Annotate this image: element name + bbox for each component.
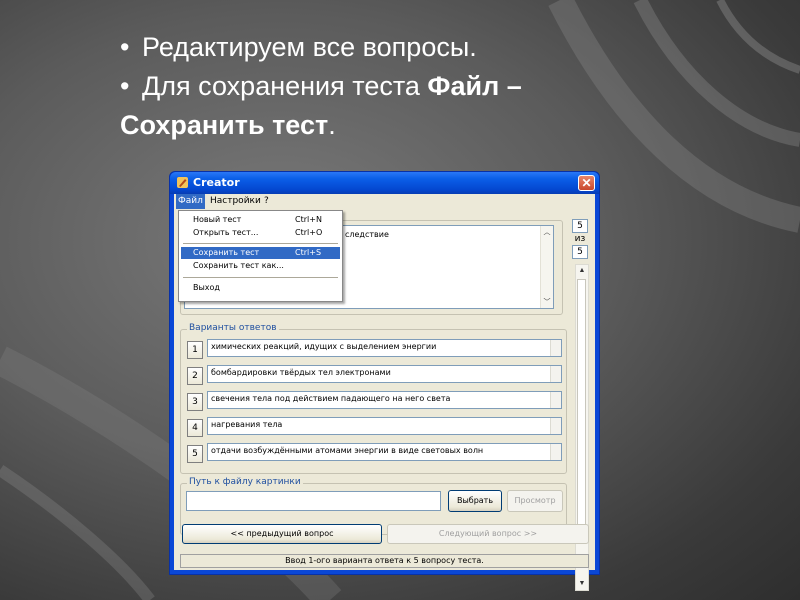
menu-item-shortcut: Ctrl+N <box>295 215 322 224</box>
total-questions: 5 <box>577 247 583 257</box>
counter-of-label: из <box>574 234 586 244</box>
menu-item-shortcut: Ctrl+O <box>295 228 323 237</box>
question-number-box[interactable]: 5 <box>572 219 588 233</box>
answer-5-field[interactable]: отдачи возбуждёнными атомами энергии в в… <box>207 443 562 461</box>
bullet-suffix: . <box>328 110 336 140</box>
scroll-down-icon[interactable]: ▼ <box>576 578 588 590</box>
answer-scroll[interactable] <box>550 418 561 434</box>
status-text: Ввод 1-ого варианта ответа к 5 вопросу т… <box>285 556 484 565</box>
answer-5-text: отдачи возбуждёнными атомами энергии в в… <box>211 446 484 455</box>
menu-file[interactable]: Файл <box>176 194 205 209</box>
bullet-dot: • <box>120 32 130 62</box>
question-total-box: 5 <box>572 245 588 259</box>
menu-separator <box>183 243 338 244</box>
menu-item-new-test[interactable]: Новый тест Ctrl+N <box>181 214 340 226</box>
creator-window: Creator ✕ Файл Настройки ? следствие ︿ ﹀… <box>169 171 600 591</box>
bullet-line-1: • Редактируем все вопросы. <box>120 28 680 67</box>
answer-1-text: химических реакций, идущих с выделением … <box>211 342 437 351</box>
menu-help[interactable]: ? <box>262 196 271 206</box>
menu-item-open-test[interactable]: Открыть тест... Ctrl+O <box>181 227 340 239</box>
scroll-up-icon[interactable]: ▲ <box>576 265 588 277</box>
close-button[interactable]: ✕ <box>578 175 595 191</box>
answer-1-button[interactable]: 1 <box>187 341 203 359</box>
answer-5-button[interactable]: 5 <box>187 445 203 463</box>
bullet-text-1: Редактируем все вопросы. <box>142 32 477 62</box>
answer-scroll[interactable] <box>550 444 561 460</box>
answer-1-field[interactable]: химических реакций, идущих с выделением … <box>207 339 562 357</box>
scroll-down-icon[interactable]: ﹀ <box>541 296 553 308</box>
answer-4-text: нагревания тела <box>211 420 283 429</box>
menu-item-shortcut: Ctrl+S <box>295 248 322 257</box>
answer-3-field[interactable]: свечения тела под действием падающего на… <box>207 391 562 409</box>
menu-settings[interactable]: Настройки <box>208 196 263 206</box>
status-bar: Ввод 1-ого варианта ответа к 5 вопросу т… <box>180 554 589 568</box>
answer-3-text: свечения тела под действием падающего на… <box>211 394 451 403</box>
current-question: 5 <box>577 221 583 231</box>
menu-item-label: Выход <box>193 283 220 292</box>
menu-separator <box>183 277 338 278</box>
menu-item-label: Открыть тест... <box>193 228 259 237</box>
window-client: Файл Настройки ? следствие ︿ ﹀ 5 из 5 ▲ … <box>174 194 595 591</box>
question-text: следствие <box>345 230 389 239</box>
answer-4-button[interactable]: 4 <box>187 419 203 437</box>
image-path-input[interactable] <box>186 491 441 511</box>
next-question-button[interactable]: Следующий вопрос >> <box>387 524 589 544</box>
answer-4-field[interactable]: нагревания тела <box>207 417 562 435</box>
answer-2-text: бомбардировки твёрдых тел электронами <box>211 368 391 377</box>
menu-bar: Файл Настройки ? <box>174 194 595 210</box>
answer-scroll[interactable] <box>550 392 561 408</box>
prev-question-button[interactable]: << предыдущий вопрос <box>182 524 382 544</box>
answer-3-button[interactable]: 3 <box>187 393 203 411</box>
answers-group-title: Варианты ответов <box>187 323 279 333</box>
scroll-up-icon[interactable]: ︿ <box>541 226 553 238</box>
bullet-line-3: Сохранить тест. <box>120 106 680 145</box>
menu-item-save-test-as[interactable]: Сохранить тест как... <box>181 260 340 272</box>
answer-scroll[interactable] <box>550 366 561 382</box>
bullet-bold-menu: Файл – <box>427 71 522 101</box>
image-path-title: Путь к файлу картинки <box>187 477 303 487</box>
question-scrollbar[interactable]: ︿ ﹀ <box>540 226 553 308</box>
answer-2-button[interactable]: 2 <box>187 367 203 385</box>
window-title: Creator <box>193 176 240 189</box>
bullet-bold-save: Сохранить тест <box>120 110 329 140</box>
pencil-icon <box>177 177 188 188</box>
bullet-text-2: Для сохранения теста <box>142 71 428 101</box>
file-menu-dropdown: Новый тест Ctrl+N Открыть тест... Ctrl+O… <box>178 210 343 302</box>
title-bar[interactable]: Creator ✕ <box>170 172 599 194</box>
bullet-dot: • <box>120 71 130 101</box>
preview-button[interactable]: Просмотр <box>507 490 563 512</box>
menu-item-label: Сохранить тест <box>193 248 260 257</box>
bullet-line-2: • Для сохранения теста Файл – <box>120 67 680 106</box>
slide-text: • Редактируем все вопросы. • Для сохране… <box>120 28 680 145</box>
answer-2-field[interactable]: бомбардировки твёрдых тел электронами <box>207 365 562 383</box>
menu-item-label: Сохранить тест как... <box>193 261 284 270</box>
menu-item-save-test[interactable]: Сохранить тест Ctrl+S <box>181 247 340 259</box>
answer-scroll[interactable] <box>550 340 561 356</box>
scroll-thumb[interactable] <box>577 279 586 529</box>
menu-item-label: Новый тест <box>193 215 242 224</box>
menu-item-exit[interactable]: Выход <box>181 282 340 294</box>
browse-button[interactable]: Выбрать <box>448 490 502 512</box>
